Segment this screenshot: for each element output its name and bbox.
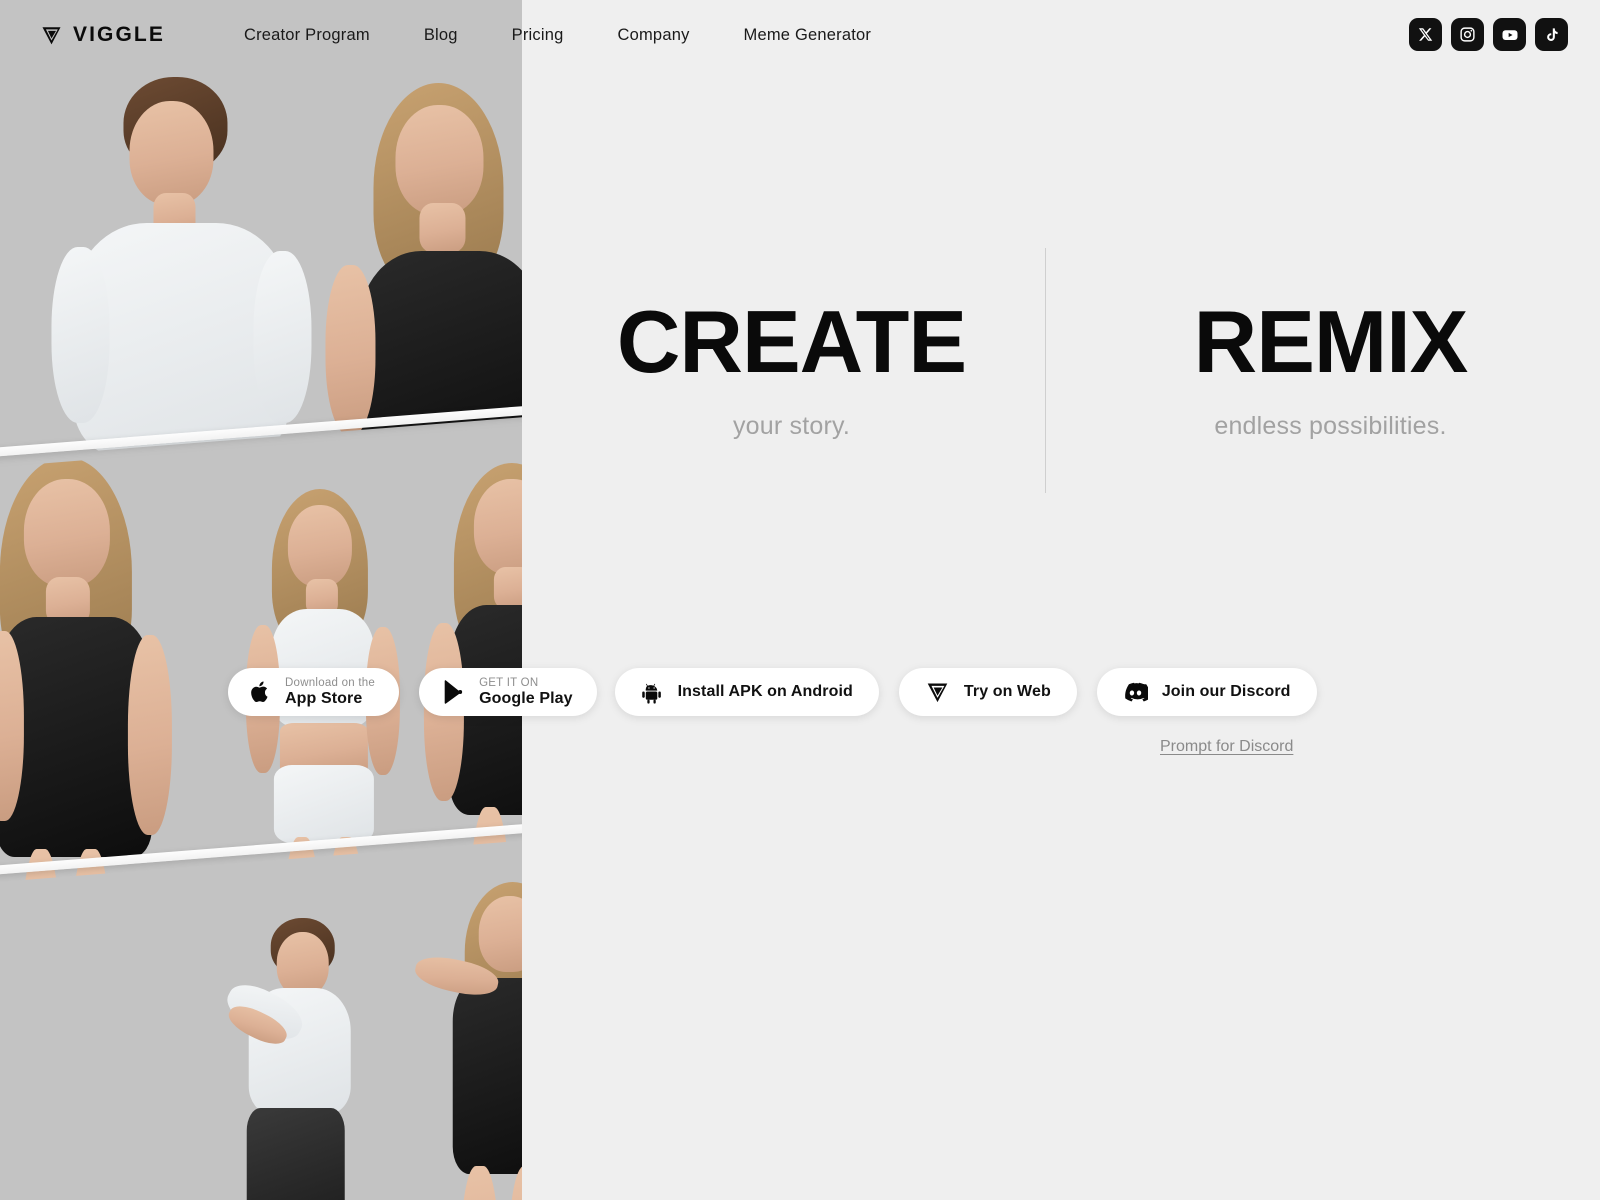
nav-item-creator-program[interactable]: Creator Program (217, 26, 397, 45)
social-links (1409, 18, 1568, 51)
prompt-for-discord-link[interactable]: Prompt for Discord (1160, 738, 1293, 756)
google-play-icon (441, 679, 465, 705)
hero-column-remix: REMIX endless possibilities. (1061, 248, 1600, 441)
nav-item-pricing[interactable]: Pricing (485, 26, 591, 45)
viggle-v-logo-icon (925, 680, 950, 705)
google-play-title: Google Play (479, 689, 573, 707)
nav-item-company[interactable]: Company (591, 26, 717, 45)
headline-row: CREATE your story. REMIX endless possibi… (522, 248, 1600, 493)
try-on-web-label: Try on Web (963, 683, 1051, 700)
android-icon (641, 681, 664, 704)
nav-item-meme-generator[interactable]: Meme Generator (717, 26, 899, 45)
tiktok-icon[interactable] (1535, 18, 1568, 51)
instagram-icon[interactable] (1451, 18, 1484, 51)
hero-column-create: CREATE your story. (522, 248, 1061, 441)
brand-wordmark: VIGGLE (73, 23, 165, 46)
collage-strip-bottom (0, 836, 522, 1200)
hero-subtitle-create: your story. (732, 412, 851, 440)
app-store-subtitle: Download on the (285, 677, 376, 690)
install-apk-label: Install APK on Android (677, 683, 853, 700)
download-button-row: Download on the App Store GET IT ON Goog… (0, 668, 1600, 716)
join-discord-label: Join our Discord (1161, 683, 1291, 700)
app-store-title: App Store (285, 689, 363, 707)
youtube-icon[interactable] (1493, 18, 1526, 51)
hero-section: CREATE your story. REMIX endless possibi… (522, 0, 1600, 1200)
discord-icon (1123, 680, 1148, 705)
google-play-button[interactable]: GET IT ON Google Play (419, 668, 597, 716)
hero-subtitle-remix: endless possibilities. (1214, 412, 1447, 440)
brand-logo[interactable]: VIGGLE (40, 23, 165, 47)
collage-strip-middle (0, 421, 522, 899)
top-navigation-bar: VIGGLE Creator Program Blog Pricing Comp… (0, 0, 1600, 70)
app-store-button[interactable]: Download on the App Store (228, 668, 400, 716)
nav-links: Creator Program Blog Pricing Company Mem… (217, 26, 898, 45)
hero-title-create: CREATE (616, 292, 967, 391)
hero-title-remix: REMIX (1193, 292, 1469, 391)
x-twitter-icon[interactable] (1409, 18, 1442, 51)
viggle-v-logo-icon (40, 24, 63, 47)
hero-vertical-divider (1045, 248, 1046, 493)
nav-item-blog[interactable]: Blog (397, 26, 485, 45)
hero-image-collage (0, 0, 522, 1200)
apple-icon (250, 680, 271, 704)
google-play-subtitle: GET IT ON (479, 677, 539, 690)
join-discord-button[interactable]: Join our Discord (1096, 668, 1317, 716)
try-on-web-button[interactable]: Try on Web (898, 668, 1077, 716)
install-apk-button[interactable]: Install APK on Android (614, 668, 879, 716)
